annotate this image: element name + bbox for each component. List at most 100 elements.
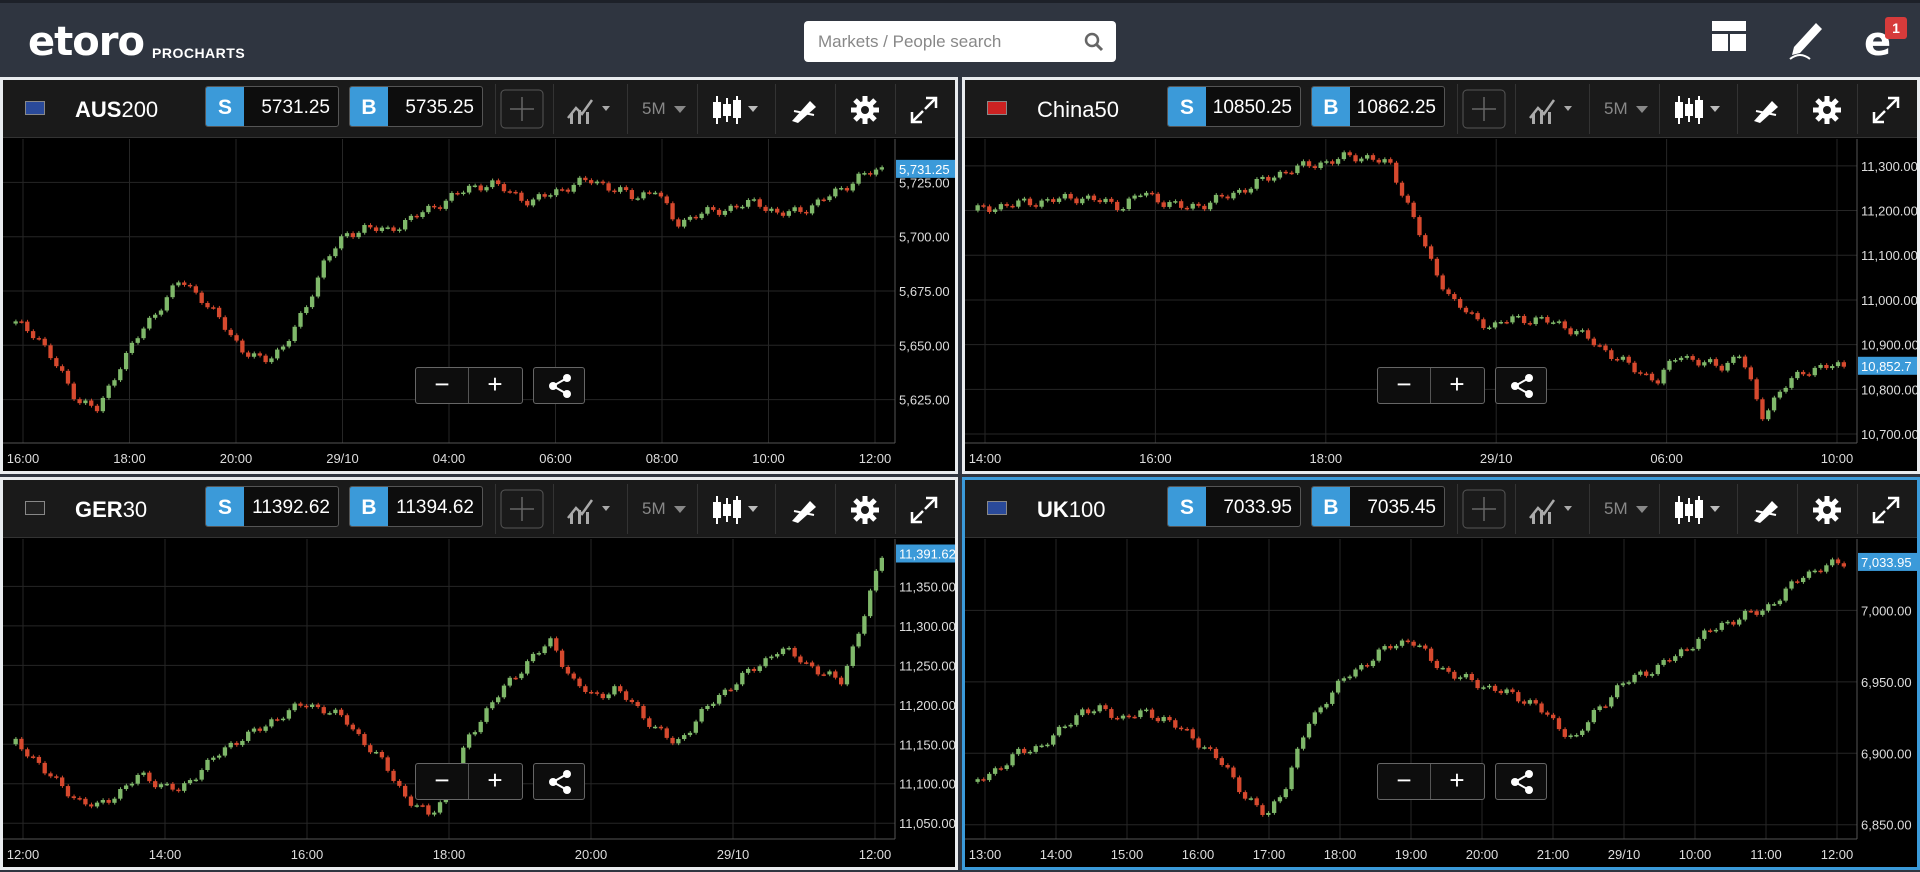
timeframe-dropdown[interactable]: 5M [1589,84,1659,134]
candle-body [402,220,408,230]
chart-panel-china50[interactable]: China50 S 10850.25 B 10862.25 5M 14:00 1… [962,77,1920,474]
x-tick-label: 08:00 [646,451,679,466]
settings-button[interactable] [835,484,895,534]
price-chart[interactable]: 16:00 18:00 20:00 29/10 04:00 06:00 08:00 10:00… [3,139,956,471]
timeframe-dropdown[interactable]: 5M [1589,484,1659,534]
candle-body [1638,372,1643,374]
buy-button[interactable]: B 5735.25 [349,86,483,127]
share-button[interactable] [533,367,585,404]
symbol-name[interactable]: China50 [1037,97,1119,123]
etoro-logo[interactable]: etoro [28,19,145,65]
buy-button[interactable]: B 10862.25 [1311,86,1445,127]
zoom-out-button[interactable]: − [1378,368,1430,403]
search-input[interactable] [804,21,1074,62]
candle-body [1748,610,1753,613]
indicators-button[interactable] [1515,84,1589,134]
expand-button[interactable] [1857,484,1917,534]
candle-body [1690,648,1695,651]
zoom-in-button[interactable]: + [1431,368,1483,403]
symbol-name[interactable]: GER30 [75,497,147,523]
chart-panel-aus200[interactable]: AUS200 S 5731.25 B 5735.25 5M 16:00 18:0… [0,77,958,474]
price-chart[interactable]: 14:00 16:00 18:00 29/10 06:00 10:00 11,300.00 1… [965,139,1919,471]
price-chart[interactable]: 12:00 14:00 16:00 18:00 20:00 29/10 12:00 11,35… [3,539,956,867]
zoom-out-button[interactable]: − [416,764,468,799]
indicators-button[interactable] [1515,484,1589,534]
chart-type-button[interactable] [697,484,775,534]
expand-button[interactable] [1857,84,1917,134]
crosshair-button[interactable] [1457,484,1515,534]
candle-body [379,227,385,231]
indicators-button[interactable] [553,484,627,534]
sell-button[interactable]: S 5731.25 [205,86,339,127]
symbol-name[interactable]: UK100 [1037,497,1106,523]
timeframe-dropdown[interactable]: 5M [627,484,697,534]
candle-body [1690,356,1695,360]
candle-body [269,719,274,727]
settings-button[interactable] [1797,84,1857,134]
sell-button[interactable]: S 10850.25 [1167,86,1301,127]
search-box[interactable] [804,21,1116,62]
chart-type-button[interactable] [1659,484,1737,534]
candle-body [804,662,809,664]
candle-body [484,708,489,722]
chart-panel-uk100[interactable]: UK100 S 7033.95 B 7035.45 5M 13:00 14:00… [962,477,1920,870]
drawing-tools-button[interactable] [775,84,835,134]
drawing-tools-button[interactable] [1737,84,1797,134]
candle-body [716,695,722,704]
candle-body [1091,711,1097,714]
drawing-tools-button[interactable] [775,484,835,534]
indicators-button[interactable] [553,84,627,134]
chart-panel-ger30[interactable]: GER30 S 11392.62 B 11394.62 5M 12:00 14:… [0,477,958,870]
zoom-out-button[interactable]: − [416,368,468,403]
settings-button[interactable] [1797,484,1857,534]
candle-body [1498,321,1504,324]
share-button[interactable] [1495,763,1547,800]
chart-type-button[interactable] [697,84,775,134]
zoom-in-button[interactable]: + [469,368,521,403]
layout-icon[interactable] [1712,21,1746,56]
candle-body [1324,161,1329,163]
timeframe-dropdown[interactable]: 5M [627,84,697,134]
price-chart[interactable]: 13:00 14:00 15:00 16:00 17:00 18:00 19:00 20:00… [965,539,1918,867]
symbol-name[interactable]: AUS200 [75,97,158,123]
candle-body [740,206,745,209]
candle-body [1237,189,1242,193]
search-icon[interactable] [1084,32,1104,57]
candle-body [443,200,448,209]
y-tick-label: 11,000.00 [1861,293,1917,308]
candle-body [1080,198,1085,204]
chart-type-button[interactable] [1659,84,1737,134]
candle-body [402,785,408,797]
pencil-icon[interactable] [1786,17,1826,66]
expand-button[interactable] [895,84,955,134]
zoom-in-button[interactable]: + [469,764,521,799]
expand-button[interactable] [895,484,955,534]
candle-body [987,773,992,781]
timeframe-value: 5M [642,499,666,518]
buy-button[interactable]: B 7035.45 [1311,486,1445,527]
sell-button[interactable]: S 11392.62 [205,486,339,527]
notification-badge[interactable]: 1 [1885,17,1907,39]
buy-button[interactable]: B 11394.62 [349,486,483,527]
sell-button[interactable]: S 7033.95 [1167,486,1301,527]
candle-body [275,349,280,359]
timeframe-value: 5M [642,99,666,118]
candle-body [809,205,815,214]
candle-body [1382,159,1387,163]
share-button[interactable] [1495,367,1547,404]
candle-body [1719,622,1724,630]
zoom-in-button[interactable]: + [1431,764,1483,799]
share-icon [1511,770,1533,794]
candle-body [1370,660,1376,667]
drawing-tools-button[interactable] [1737,484,1797,534]
crosshair-button[interactable] [495,84,553,134]
share-button[interactable] [533,763,585,800]
candle-body [1568,735,1573,737]
zoom-out-button[interactable]: − [1378,764,1430,799]
candle-body [54,776,59,778]
candle-body [251,728,257,732]
crosshair-button[interactable] [1457,84,1515,134]
crosshair-button[interactable] [495,484,553,534]
settings-button[interactable] [835,84,895,134]
candle-body [1800,577,1806,583]
